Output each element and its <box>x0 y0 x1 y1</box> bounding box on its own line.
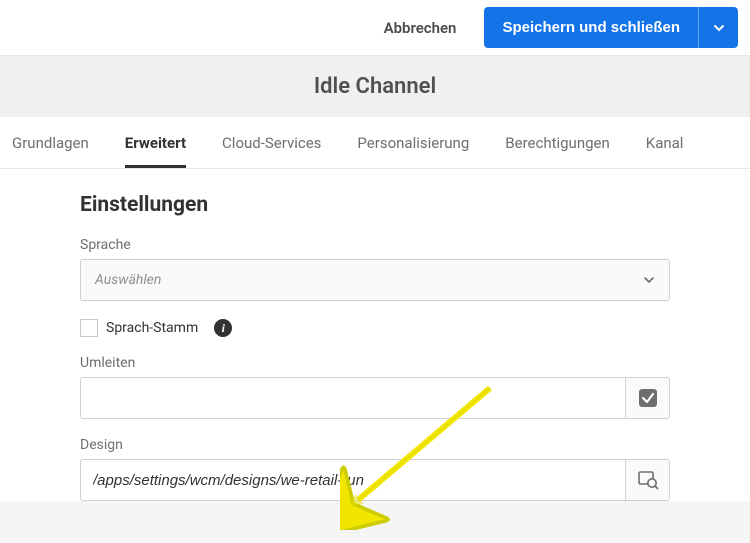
design-browse-button[interactable] <box>626 459 670 501</box>
chevron-down-icon <box>713 22 725 34</box>
umleiten-confirm-button[interactable] <box>626 377 670 419</box>
design-label: Design <box>80 437 670 453</box>
tab-cloud-services[interactable]: Cloud-Services <box>222 117 321 168</box>
browse-search-icon <box>637 469 659 491</box>
design-row <box>80 459 670 501</box>
save-and-close-button[interactable]: Speichern und schließen <box>484 7 698 48</box>
save-group: Speichern und schließen <box>484 7 738 48</box>
sprach-stamm-label: Sprach-Stamm <box>106 320 198 336</box>
tab-grundlagen[interactable]: Grundlagen <box>12 117 89 168</box>
settings-heading: Einstellungen <box>80 193 670 217</box>
tab-personalisierung[interactable]: Personalisierung <box>357 117 469 168</box>
tab-berechtigungen[interactable]: Berechtigungen <box>505 117 610 168</box>
umleiten-label: Umleiten <box>80 355 670 371</box>
sprache-placeholder: Auswählen <box>95 272 161 288</box>
sprache-label: Sprache <box>80 237 670 253</box>
design-input[interactable] <box>80 459 626 501</box>
content-panel: Einstellungen Sprache Auswählen Sprach-S… <box>0 169 750 501</box>
cancel-button[interactable]: Abbrechen <box>368 9 473 47</box>
umleiten-input[interactable] <box>80 377 626 419</box>
tab-erweitert[interactable]: Erweitert <box>125 117 186 168</box>
chevron-down-icon <box>643 274 655 286</box>
info-icon[interactable]: i <box>214 319 232 337</box>
tab-bar: Grundlagen Erweitert Cloud-Services Pers… <box>0 117 750 169</box>
save-dropdown-button[interactable] <box>698 7 738 48</box>
page-title: Idle Channel <box>0 56 750 117</box>
sprach-stamm-checkbox[interactable] <box>80 319 98 337</box>
top-bar: Abbrechen Speichern und schließen <box>0 0 750 56</box>
checkmark-icon <box>637 387 659 409</box>
sprache-select[interactable]: Auswählen <box>80 259 670 301</box>
umleiten-row <box>80 377 670 419</box>
tab-kanal[interactable]: Kanal <box>646 117 684 168</box>
sprach-stamm-row: Sprach-Stamm i <box>80 319 670 337</box>
